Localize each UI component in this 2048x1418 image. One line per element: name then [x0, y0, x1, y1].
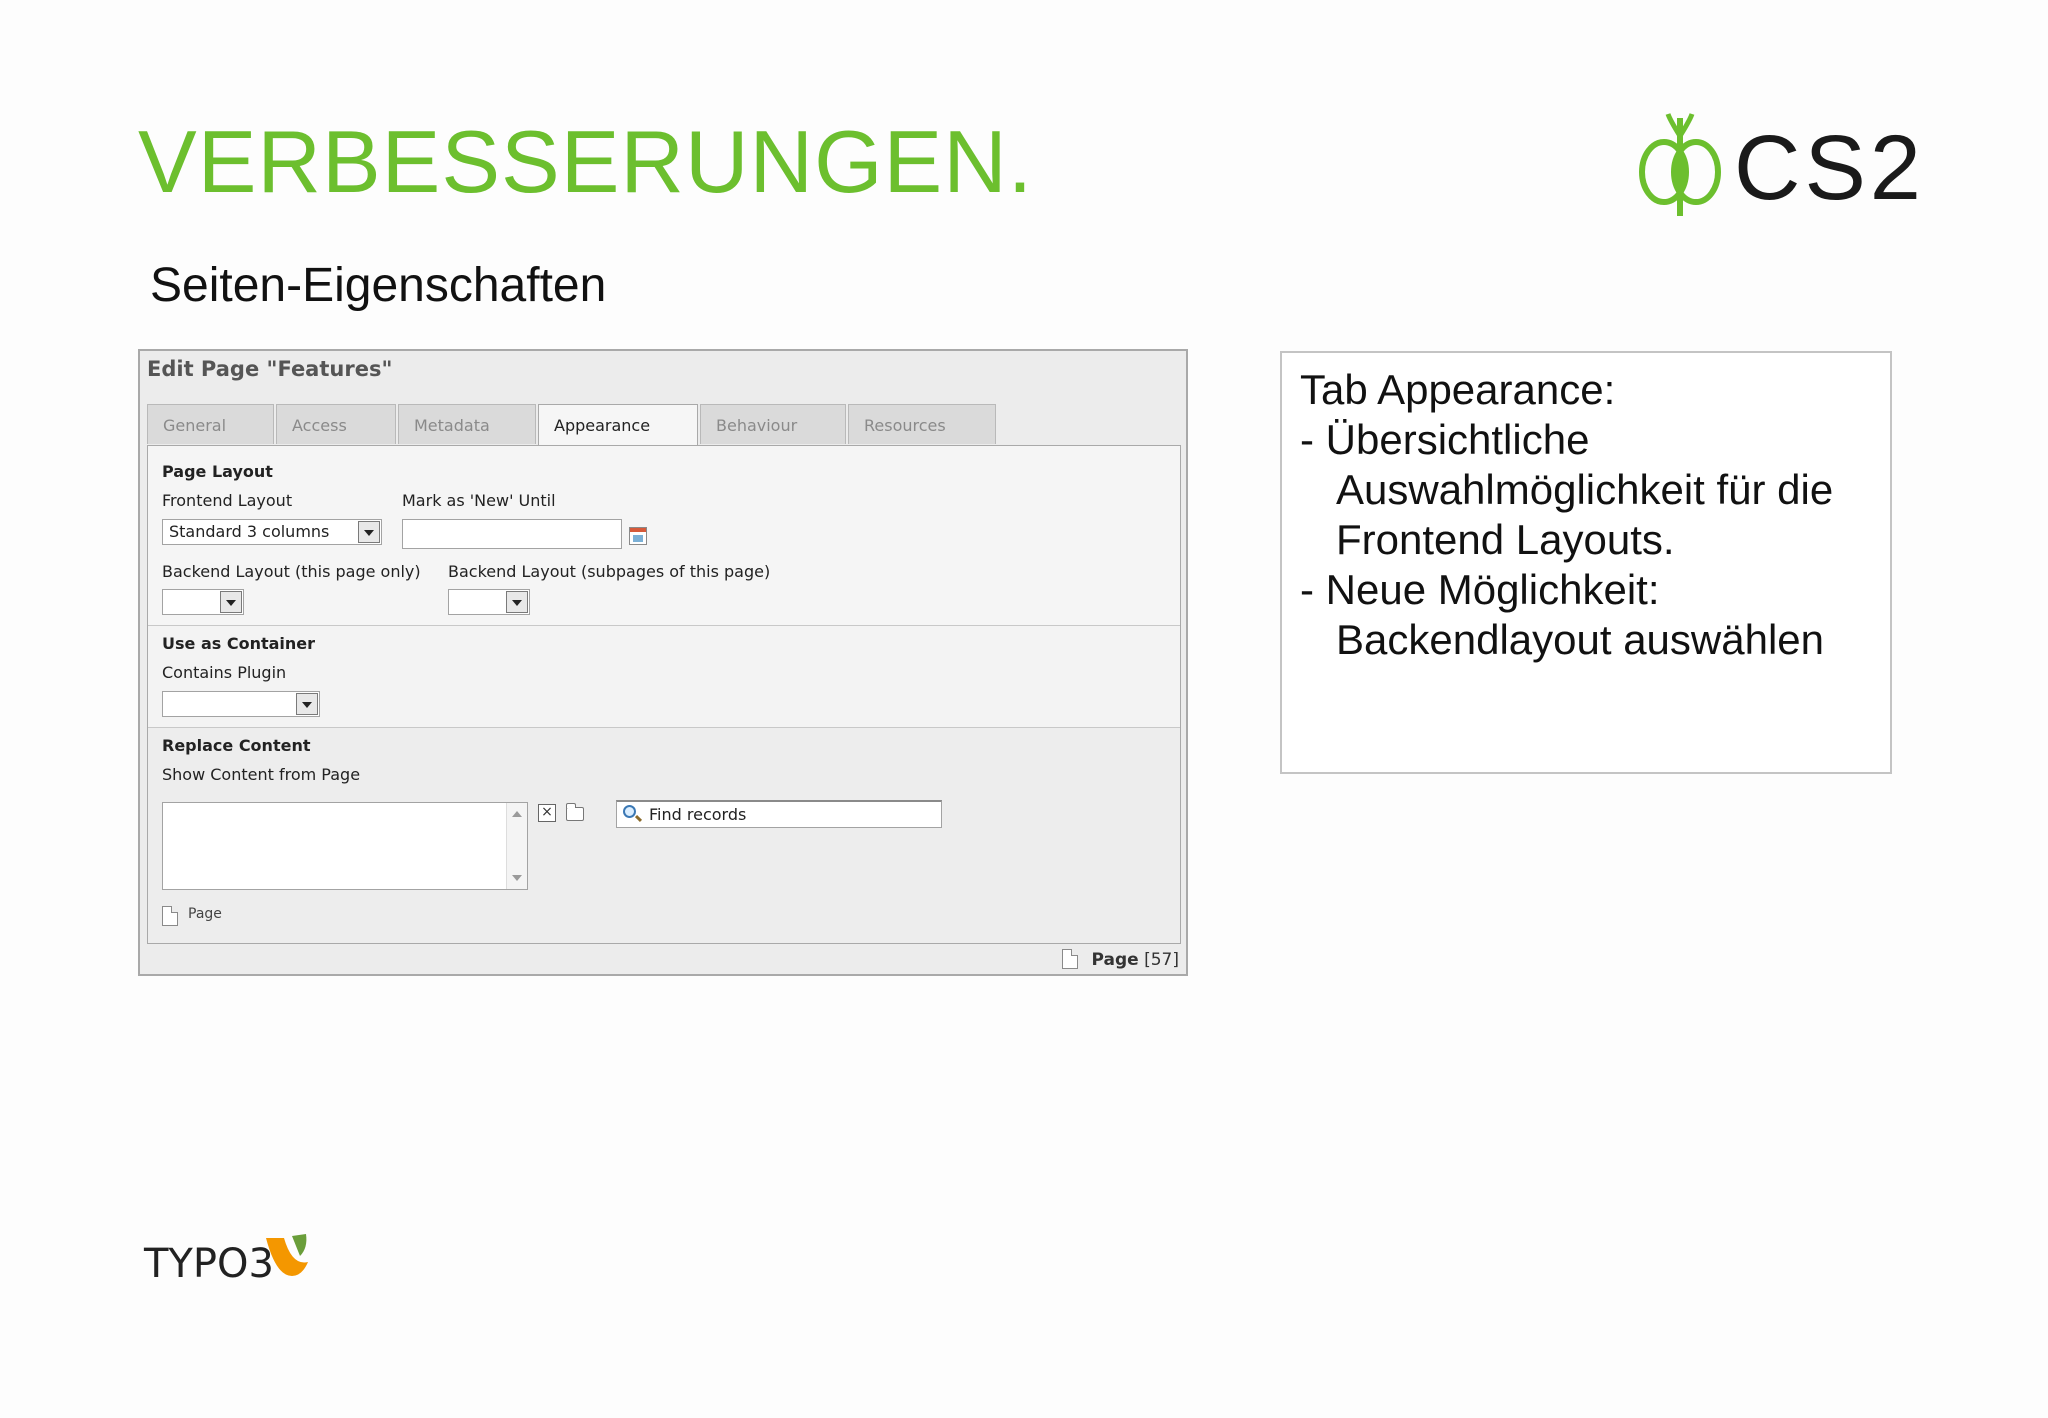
page-icon	[162, 906, 178, 926]
cs2-logo: CS2	[1630, 112, 1921, 222]
record-type: Page	[1091, 950, 1139, 970]
scroll-up-icon[interactable]	[512, 811, 522, 817]
scroll-down-icon[interactable]	[512, 875, 522, 881]
info-line-bullet-2-cont: Backendlayout auswählen	[1336, 616, 1825, 663]
search-icon	[623, 805, 636, 818]
mark-new-date-input[interactable]	[402, 519, 622, 549]
tab-general[interactable]: General	[147, 404, 274, 444]
calendar-icon[interactable]	[629, 527, 647, 545]
info-box: Tab Appearance: - Übersichtliche Auswahl…	[1280, 351, 1892, 774]
frontend-layout-label: Frontend Layout	[162, 491, 293, 510]
page-layout-heading: Page Layout	[162, 462, 273, 481]
sprout-icon	[1639, 113, 1721, 216]
backend-layout-label: Backend Layout (this page only)	[162, 562, 421, 581]
chevron-down-icon	[296, 693, 318, 715]
backend-layout-select[interactable]	[162, 589, 244, 615]
tab-resources[interactable]: Resources	[848, 404, 996, 444]
typo3-logo: TYPO3	[144, 1232, 324, 1292]
mark-new-label: Mark as 'New' Until	[402, 491, 556, 510]
tab-bar: General Access Metadata Appearance Behav…	[147, 404, 1187, 446]
backend-layout-subpages-select[interactable]	[448, 589, 530, 615]
list-scrollbar[interactable]	[506, 803, 527, 889]
contains-plugin-label: Contains Plugin	[162, 663, 287, 682]
typo3-logo-text: TYPO3	[144, 1241, 274, 1287]
edit-page-title: Edit Page "Features"	[147, 357, 393, 381]
appearance-panel: Page Layout Frontend Layout Mark as 'New…	[147, 445, 1181, 944]
frontend-layout-value: Standard 3 columns	[169, 522, 330, 541]
page-table-label: Page	[188, 906, 222, 922]
typo3-emblem-icon	[266, 1234, 308, 1276]
find-records-placeholder: Find records	[649, 805, 747, 824]
remove-item-icon[interactable]: ×	[538, 804, 556, 822]
record-id: [57]	[1144, 950, 1179, 970]
tab-appearance[interactable]: Appearance	[538, 404, 698, 446]
info-line-bullet-1-cont2: Frontend Layouts.	[1336, 516, 1675, 563]
contains-plugin-select[interactable]	[162, 691, 320, 717]
frontend-layout-select[interactable]: Standard 3 columns	[162, 519, 382, 545]
chevron-down-icon	[220, 591, 242, 613]
use-as-container-section: Use as Container Contains Plugin	[148, 626, 1180, 728]
tab-metadata[interactable]: Metadata	[398, 404, 536, 444]
chevron-down-icon	[358, 521, 380, 543]
record-info: Page [57]	[1062, 949, 1179, 970]
find-records-input[interactable]: Find records	[616, 800, 942, 828]
edit-page-screenshot: Edit Page "Features" General Access Meta…	[138, 349, 1188, 976]
info-line-bullet-1: - Übersichtliche	[1300, 416, 1590, 463]
show-content-label: Show Content from Page	[162, 765, 361, 784]
cs2-logo-text: CS2	[1734, 117, 1925, 219]
tab-behaviour[interactable]: Behaviour	[700, 404, 846, 444]
info-line-heading: Tab Appearance:	[1300, 366, 1616, 413]
container-heading: Use as Container	[162, 634, 316, 653]
replace-content-section: Replace Content Show Content from Page ×…	[148, 728, 1180, 943]
selected-pages-list[interactable]	[162, 802, 528, 890]
info-line-bullet-2: - Neue Möglichkeit:	[1300, 566, 1660, 613]
slide-subtitle: Seiten-Eigenschaften	[150, 259, 607, 312]
tab-access[interactable]: Access	[276, 404, 396, 444]
replace-content-heading: Replace Content	[162, 736, 311, 755]
page-layout-section: Page Layout Frontend Layout Mark as 'New…	[148, 446, 1180, 626]
info-line-bullet-1-cont: Auswahlmöglichkeit für die	[1336, 466, 1834, 513]
browse-folder-icon[interactable]	[566, 803, 584, 821]
backend-layout-subpages-label: Backend Layout (subpages of this page)	[448, 562, 771, 581]
page-icon	[1062, 949, 1079, 969]
chevron-down-icon	[506, 591, 528, 613]
slide-title: VERBESSERUNGEN.	[138, 112, 1034, 211]
